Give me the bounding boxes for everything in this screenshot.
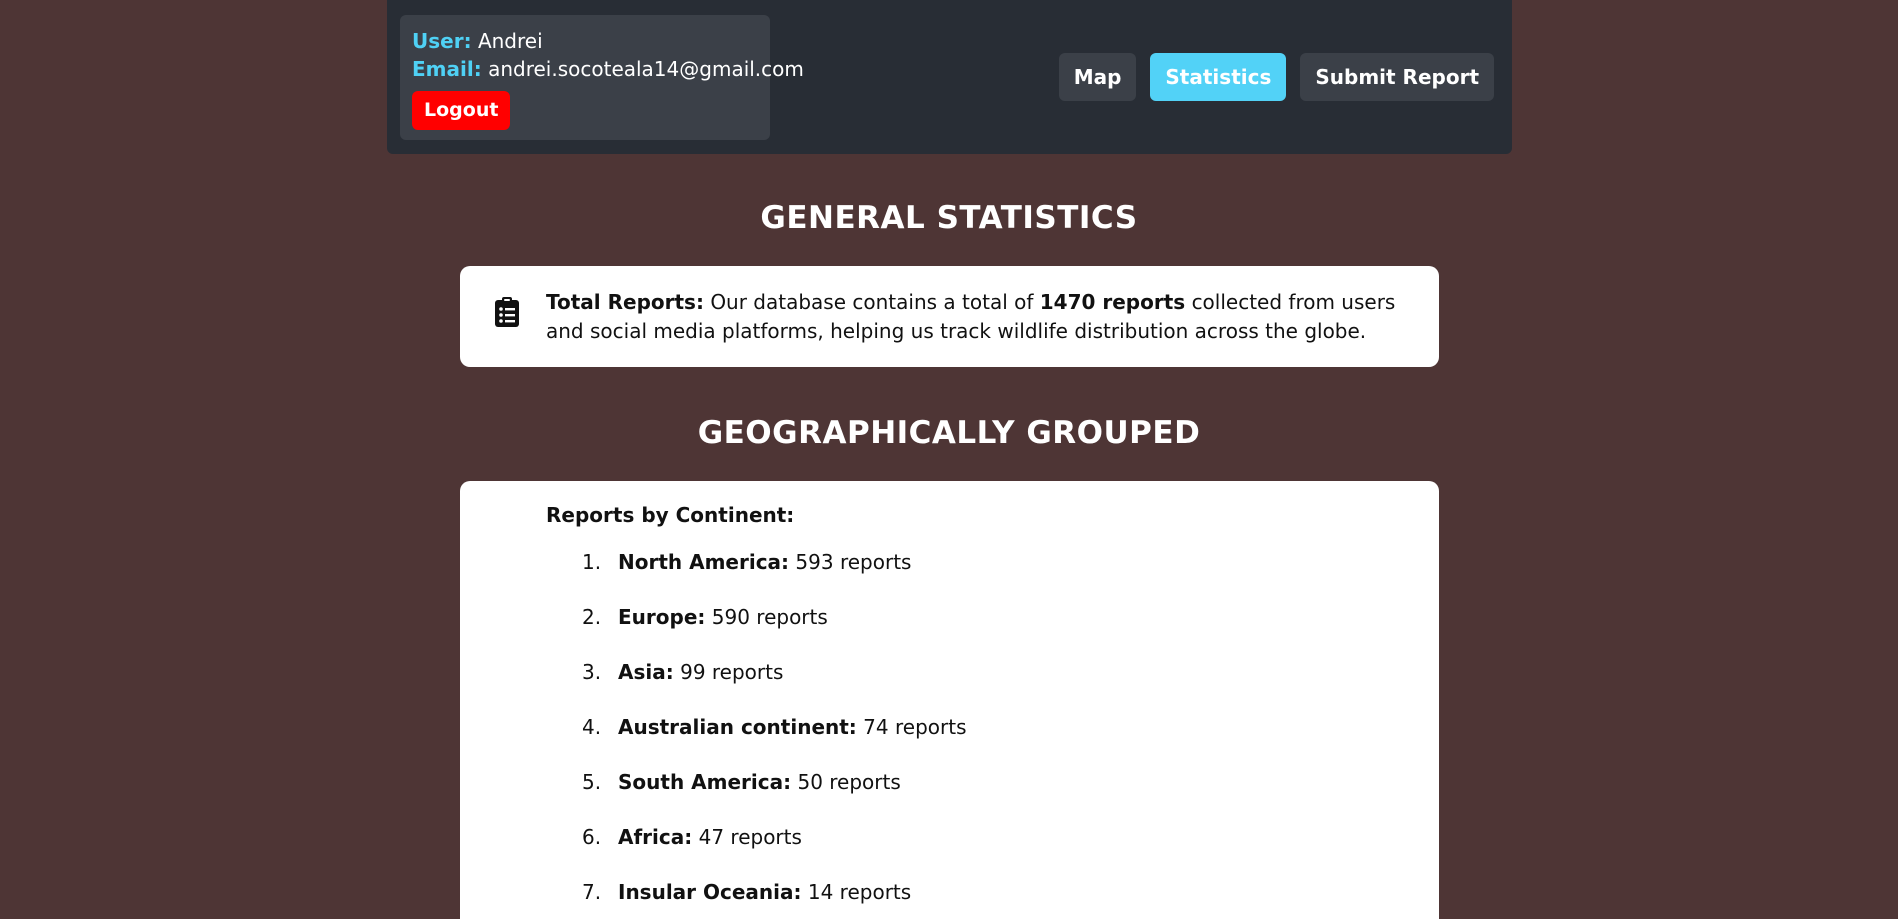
total-reports-count: 1470 reports bbox=[1039, 290, 1186, 314]
page: User: Andrei Email: andrei.socoteala14@g… bbox=[0, 0, 1898, 919]
continent-item-europe: 2. Europe: 590 reports bbox=[582, 598, 966, 653]
continent-count: 47 reports bbox=[698, 825, 802, 849]
total-reports-label: Total Reports: bbox=[546, 290, 704, 314]
continent-name: Asia: bbox=[618, 660, 674, 684]
continent-item-south-america: 5. South America: 50 reports bbox=[582, 763, 966, 818]
list-number: 6. bbox=[582, 825, 602, 849]
user-line: User: Andrei bbox=[412, 27, 770, 55]
list-number: 4. bbox=[582, 715, 602, 739]
continent-count: 50 reports bbox=[797, 770, 901, 794]
continent-list-title: Reports by Continent: bbox=[546, 503, 795, 527]
continent-count: 99 reports bbox=[680, 660, 784, 684]
nav-statistics-button[interactable]: Statistics bbox=[1150, 53, 1287, 101]
continent-item-asia: 3. Asia: 99 reports bbox=[582, 653, 966, 708]
continent-item-australian-continent: 4. Australian continent: 74 reports bbox=[582, 708, 966, 763]
continent-item-insular-oceania: 7. Insular Oceania: 14 reports bbox=[582, 873, 966, 919]
continent-name: Africa: bbox=[618, 825, 693, 849]
list-number: 3. bbox=[582, 660, 602, 684]
continent-item-north-america: 1. North America: 593 reports bbox=[582, 543, 966, 598]
list-number: 7. bbox=[582, 880, 602, 904]
continent-name: Insular Oceania: bbox=[618, 880, 802, 904]
user-label: User: bbox=[412, 29, 472, 53]
continent-count: 590 reports bbox=[711, 605, 828, 629]
email-line: Email: andrei.socoteala14@gmail.com bbox=[412, 55, 804, 83]
top-header: User: Andrei Email: andrei.socoteala14@g… bbox=[387, 0, 1512, 154]
continent-name: Europe: bbox=[618, 605, 706, 629]
continent-name: North America: bbox=[618, 550, 790, 574]
total-reports-text: Total Reports: Our database contains a t… bbox=[546, 288, 1396, 346]
total-reports-card: Total Reports: Our database contains a t… bbox=[460, 266, 1439, 367]
geographically-grouped-title: GEOGRAPHICALLY GROUPED bbox=[697, 415, 1201, 451]
continent-count: 14 reports bbox=[807, 880, 912, 904]
continent-name: Australian continent: bbox=[618, 715, 857, 739]
user-name: Andrei bbox=[477, 29, 543, 53]
continent-item-africa: 6. Africa: 47 reports bbox=[582, 818, 966, 873]
email-label: Email: bbox=[412, 57, 482, 81]
nav-map-button[interactable]: Map bbox=[1058, 53, 1137, 101]
nav-submit-report-button[interactable]: Submit Report bbox=[1300, 53, 1494, 101]
general-statistics-title: GENERAL STATISTICS bbox=[760, 200, 1138, 236]
main-nav: Map Statistics Submit Report bbox=[1058, 53, 1494, 101]
list-number: 2. bbox=[582, 605, 602, 629]
continent-reports-card: Reports by Continent: 1. North America: 5… bbox=[460, 481, 1439, 919]
clipboard-list-icon bbox=[495, 297, 519, 327]
list-number: 5. bbox=[582, 770, 602, 794]
continent-count: 74 reports bbox=[863, 715, 967, 739]
continent-count: 593 reports bbox=[795, 550, 912, 574]
continent-list: 1. North America: 593 reports 2. Europe: 5… bbox=[582, 543, 966, 919]
total-text-before: Our database contains a total of bbox=[710, 290, 1034, 314]
logout-button[interactable]: Logout bbox=[412, 91, 511, 130]
email-value: andrei.socoteala14@gmail.com bbox=[488, 57, 804, 81]
user-info-card: User: Andrei Email: andrei.socoteala14@g… bbox=[400, 15, 804, 140]
continent-name: South America: bbox=[618, 770, 792, 794]
list-number: 1. bbox=[582, 550, 602, 574]
